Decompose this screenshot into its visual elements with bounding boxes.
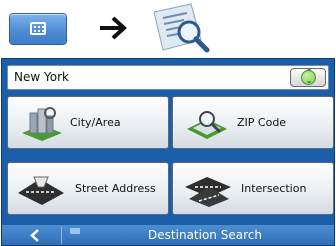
location-spin-button[interactable]: ⌃ ⌄: [290, 68, 326, 87]
location-selector[interactable]: New York ⌃ ⌄: [7, 65, 329, 90]
instruction-strip: [0, 0, 336, 58]
back-button[interactable]: [6, 226, 62, 244]
city-area-icon: [22, 107, 62, 141]
screen-indicator: [70, 228, 80, 234]
city-area-label: City/Area: [70, 116, 121, 129]
destination-search-icon: [153, 3, 210, 53]
location-value: New York: [14, 70, 69, 84]
keypad-icon: [10, 14, 66, 44]
city-area-button[interactable]: City/Area: [7, 96, 169, 149]
intersection-label: Intersection: [241, 182, 307, 195]
destination-search-screen: New York ⌃ ⌄ City/Area ZIP Code Street A…: [1, 58, 335, 246]
street-address-button[interactable]: Street Address: [7, 162, 169, 215]
up-down-arrows-icon: ⌃ ⌄: [301, 69, 316, 86]
intersection-button[interactable]: Intersection: [172, 162, 334, 215]
bottom-bar: Destination Search: [2, 225, 334, 245]
back-arrow-icon: [30, 229, 39, 242]
street-address-label: Street Address: [75, 182, 156, 195]
zip-code-icon: [187, 111, 227, 139]
zip-code-label: ZIP Code: [237, 116, 287, 129]
intersection-icon: [185, 177, 231, 207]
street-address-icon: [18, 176, 64, 205]
screen-title: Destination Search: [148, 228, 262, 242]
right-arrow-icon: [100, 16, 127, 40]
zip-code-button[interactable]: ZIP Code: [172, 96, 334, 149]
